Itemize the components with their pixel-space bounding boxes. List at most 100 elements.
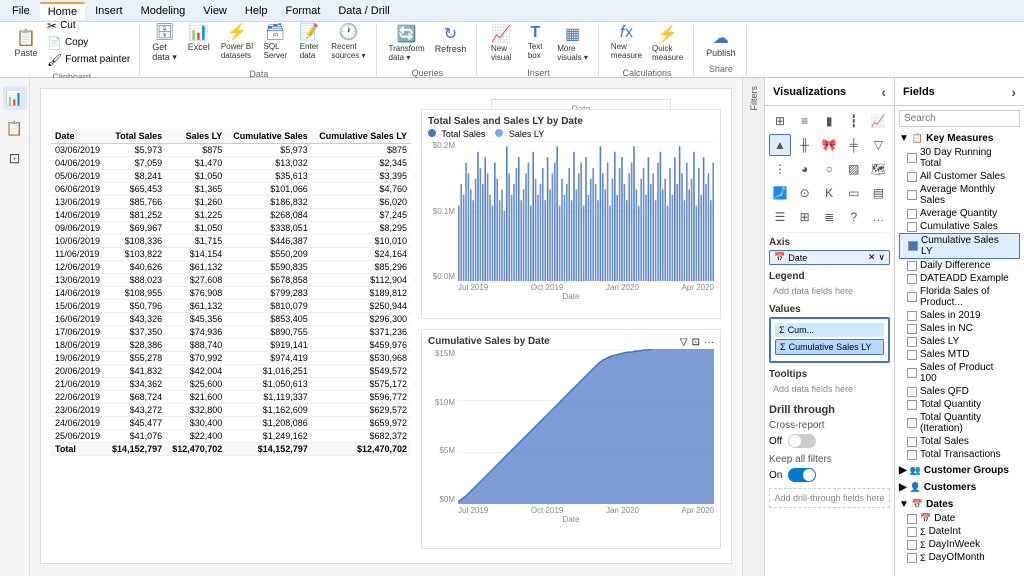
values-item-cumly[interactable]: Σ Cumulative Sales LY <box>775 339 884 355</box>
report-view-icon[interactable]: 📊 <box>3 86 27 110</box>
viz-icon-table[interactable]: ☰ <box>769 206 791 228</box>
viz-icon-col[interactable]: ▮ <box>818 110 840 132</box>
viz-icon-qa[interactable]: ? <box>843 206 865 228</box>
field-total-sales[interactable]: Total Sales <box>899 435 1020 448</box>
viz-icon-gauge[interactable]: ⊙ <box>794 182 816 204</box>
keep-filters-toggle[interactable] <box>788 468 816 482</box>
chart-filter-icon[interactable]: ▽ <box>680 337 688 348</box>
viz-icon-line[interactable]: 📈 <box>867 110 889 132</box>
panel-collapse-right[interactable]: › <box>1011 84 1016 100</box>
viz-icon-filled-map[interactable]: 🗾 <box>769 182 791 204</box>
panel-collapse-left[interactable]: ‹ <box>881 84 886 100</box>
chart-more-icon[interactable]: ··· <box>704 337 714 348</box>
viz-icon-treemap[interactable]: ▨ <box>843 158 865 180</box>
tab-help[interactable]: Help <box>237 3 276 19</box>
text-box-button[interactable]: T Textbox <box>519 22 551 64</box>
tab-insert[interactable]: Insert <box>87 3 131 19</box>
new-measure-button[interactable]: 𝑓x Newmeasure <box>607 22 646 64</box>
viz-icon-donut[interactable]: ○ <box>818 158 840 180</box>
format-painter-button[interactable]: 🖌 Format painter <box>44 52 133 68</box>
dates-header[interactable]: ▼ 📅 Dates <box>899 497 1020 512</box>
field-cumulative-sales[interactable]: Cumulative Sales <box>899 220 1020 233</box>
viz-icon-line-col[interactable]: ╫ <box>794 134 816 156</box>
copy-button[interactable]: 📄 Copy <box>44 35 133 51</box>
cut-button[interactable]: ✂ Cut <box>44 18 133 34</box>
axis-field-remove[interactable]: ✕ <box>868 252 876 263</box>
field-dayinweek[interactable]: Σ DayInWeek <box>899 538 1020 551</box>
customers-header[interactable]: ▶ 👤 Customers <box>899 480 1020 495</box>
field-total-transactions[interactable]: Total Transactions <box>899 448 1020 461</box>
field-sales-2019[interactable]: Sales in 2019 <box>899 309 1020 322</box>
customer-groups-header[interactable]: ▶ 👥 Customer Groups <box>899 463 1020 478</box>
axis-field-chevron[interactable]: ∨ <box>878 252 885 263</box>
field-avg-monthly[interactable]: Average Monthly Sales <box>899 183 1020 207</box>
viz-icon-matrix[interactable]: ⊞ <box>794 206 816 228</box>
refresh-button[interactable]: ↻ Refresh <box>431 22 471 64</box>
field-dateint[interactable]: Σ DateInt <box>899 525 1020 538</box>
viz-icon-ribbon[interactable]: 🎀 <box>818 134 840 156</box>
field-sales-qfd[interactable]: Sales QFD <box>899 385 1020 398</box>
more-visuals-button[interactable]: ▦ Morevisuals ▾ <box>553 22 592 64</box>
tooltips-add-field[interactable]: Add data fields here <box>769 382 890 396</box>
field-avg-qty[interactable]: Average Quantity <box>899 207 1020 220</box>
viz-icon-funnel[interactable]: ▽ <box>867 134 889 156</box>
get-data-button[interactable]: 🗄 Getdata ▾ <box>148 20 181 65</box>
visualizations-tab-label: Visualizations <box>773 86 846 98</box>
field-daily-diff[interactable]: Daily Difference <box>899 259 1020 272</box>
field-sales-product100[interactable]: Sales of Product 100 <box>899 361 1020 385</box>
viz-icon-pie[interactable]: ◕ <box>794 158 816 180</box>
model-view-icon[interactable]: ⊡ <box>3 146 27 170</box>
viz-icon-area[interactable]: ▲ <box>769 134 791 156</box>
new-visual-button[interactable]: 📈 Newvisual <box>485 22 517 64</box>
field-florida[interactable]: Florida Sales of Product... <box>899 285 1020 309</box>
field-dateadd[interactable]: DATEADD Example <box>899 272 1020 285</box>
tab-view[interactable]: View <box>195 3 235 19</box>
field-sales-mtd[interactable]: Sales MTD <box>899 348 1020 361</box>
fields-search[interactable] <box>899 110 1020 127</box>
field-total-qty-iter[interactable]: Total Quantity (Iteration) <box>899 411 1020 435</box>
viz-icon-waterfall[interactable]: ╪ <box>843 134 865 156</box>
visualizations-tab[interactable]: Visualizations ‹ <box>765 78 894 105</box>
viz-icon-bar[interactable]: ⊞ <box>769 110 791 132</box>
power-bi-button[interactable]: ⚡ Power BIdatasets <box>217 20 257 65</box>
quick-measure-button[interactable]: ⚡ Quickmeasure <box>648 22 687 64</box>
publish-button[interactable]: ☁ Publish <box>702 26 740 60</box>
fields-tab[interactable]: Fields › <box>894 78 1024 105</box>
field-sales-ly[interactable]: Sales LY <box>899 335 1020 348</box>
viz-icon-multirow[interactable]: ▤ <box>867 182 889 204</box>
field-all-customer[interactable]: All Customer Sales <box>899 170 1020 183</box>
drill-add-area[interactable]: Add drill-through fields here <box>769 488 890 508</box>
chart-expand-icon[interactable]: ⊡ <box>692 337 700 348</box>
field-dayofmonth[interactable]: Σ DayOfMonth <box>899 551 1020 564</box>
data-view-icon[interactable]: 📋 <box>3 116 27 140</box>
cross-report-toggle[interactable] <box>788 434 816 448</box>
viz-icon-more[interactable]: … <box>867 206 889 228</box>
field-date[interactable]: 📅 Date <box>899 512 1020 525</box>
legend-add-field[interactable]: Add data fields here <box>769 284 890 298</box>
values-item-cum[interactable]: Σ Cum... <box>775 323 884 337</box>
axis-date-field[interactable]: 📅 Date ✕ ∨ <box>769 250 890 265</box>
viz-icon-kpi[interactable]: K <box>818 182 840 204</box>
viz-icon-stacked-col[interactable]: ┇ <box>843 110 865 132</box>
sql-server-button[interactable]: 🗃 SQLServer <box>259 20 291 65</box>
paste-button[interactable]: 📋 Paste <box>10 26 42 60</box>
viz-icon-slicer[interactable]: ≣ <box>818 206 840 228</box>
field-sales-nc[interactable]: Sales in NC <box>899 322 1020 335</box>
viz-icon-scatter[interactable]: ⋮ <box>769 158 791 180</box>
field-30day[interactable]: 30 Day Running Total <box>899 146 1020 170</box>
field-total-qty[interactable]: Total Quantity <box>899 398 1020 411</box>
transform-button[interactable]: 🔄 Transformdata ▾ <box>385 22 429 64</box>
field-cumulative-ly[interactable]: Cumulative Sales LY <box>899 233 1020 259</box>
key-measures-header[interactable]: ▼ 📋 Key Measures <box>899 131 1020 146</box>
tab-data-drill[interactable]: Data / Drill <box>330 3 397 19</box>
viz-icon-map[interactable]: 🗺 <box>867 158 889 180</box>
enter-data-button[interactable]: 📝 Enterdata <box>293 20 325 65</box>
field-total-qty-check <box>907 400 917 410</box>
viz-icon-stacked-bar[interactable]: ≡ <box>794 110 816 132</box>
tab-modeling[interactable]: Modeling <box>133 3 194 19</box>
viz-icon-card[interactable]: ▭ <box>843 182 865 204</box>
excel-button[interactable]: 📊 Excel <box>183 20 215 65</box>
recent-sources-button[interactable]: 🕐 Recentsources ▾ <box>327 20 369 65</box>
tab-file[interactable]: File <box>4 3 38 19</box>
tab-format[interactable]: Format <box>278 3 329 19</box>
